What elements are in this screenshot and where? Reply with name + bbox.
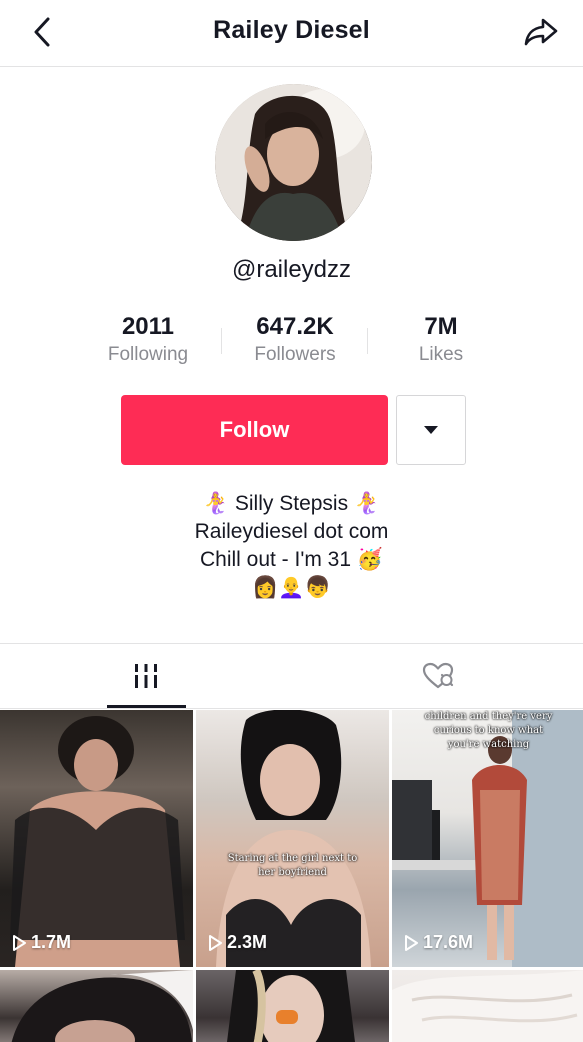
- page-title: Railey Diesel: [213, 16, 370, 44]
- share-arrow-icon: [524, 18, 558, 46]
- stat-likes-label: Likes: [418, 344, 464, 365]
- profile-handle: @raileydzz: [231, 256, 352, 283]
- stat-followers-label: Followers: [254, 344, 336, 365]
- view-count: 17.6M: [404, 932, 473, 953]
- follow-button[interactable]: Follow: [121, 395, 388, 465]
- stat-following[interactable]: 2011 Following: [75, 312, 221, 368]
- grid-columns-icon: [134, 664, 157, 688]
- profile-stats: 2011 Following 647.2K Followers 7M Likes: [75, 312, 515, 372]
- active-tab-indicator: [107, 705, 186, 708]
- tab-liked[interactable]: [292, 644, 583, 708]
- play-icon: [209, 934, 222, 951]
- suggested-accounts-button[interactable]: [396, 395, 466, 465]
- stat-followers-value: 647.2K: [256, 313, 334, 340]
- profile-bio: 🧜‍♀️ Silly Stepsis 🧜‍♀️ Raileydiesel dot…: [0, 490, 583, 602]
- view-count: 1.7M: [12, 932, 71, 953]
- avatar-image: [215, 84, 372, 241]
- heart-hidden-icon: [422, 662, 453, 689]
- stat-likes: 7M Likes: [368, 312, 514, 368]
- video-thumbnail[interactable]: children and they're very curious to kno…: [392, 710, 583, 967]
- video-thumbnail[interactable]: [0, 970, 193, 1042]
- view-count: 2.3M: [208, 932, 267, 953]
- thumbnail-image: [392, 970, 583, 1042]
- stat-likes-value: 7M: [424, 313, 458, 340]
- profile-tabs: [0, 643, 583, 709]
- thumbnail-image: [227, 970, 355, 1042]
- avatar[interactable]: [215, 84, 372, 241]
- share-button[interactable]: [521, 14, 561, 50]
- thumbnail-image: [11, 970, 193, 1042]
- view-count-value: 17.6M: [423, 932, 474, 952]
- play-icon: [405, 934, 418, 951]
- stat-followers[interactable]: 647.2K Followers: [222, 312, 368, 368]
- bio-line: 👩👩‍🦲👦: [252, 576, 331, 599]
- stat-following-label: Following: [107, 344, 189, 365]
- video-thumbnail[interactable]: 1.7M: [0, 710, 193, 967]
- video-caption: children and they're very curious to kno…: [424, 711, 553, 750]
- top-bar: Railey Diesel: [0, 0, 583, 67]
- view-count-value: 2.3M: [227, 932, 268, 952]
- play-icon: [13, 934, 26, 951]
- video-grid: 1.7M Staring at the girl next to her boy…: [0, 710, 583, 1042]
- bio-line: Raileydiesel dot com: [194, 520, 389, 543]
- thumbnail-image: [216, 710, 371, 967]
- video-thumbnail[interactable]: Staring at the girl next to her boyfrien…: [196, 710, 389, 967]
- video-caption: Staring at the girl next to her boyfrien…: [227, 853, 358, 878]
- video-thumbnail[interactable]: [196, 970, 389, 1042]
- bio-line: Chill out - I'm 31 🥳: [199, 548, 384, 571]
- stat-following-value: 2011: [121, 313, 175, 340]
- view-count-value: 1.7M: [31, 932, 72, 952]
- thumbnail-image: [10, 716, 185, 967]
- video-thumbnail[interactable]: [392, 970, 583, 1042]
- tab-videos[interactable]: [0, 644, 291, 708]
- bio-line: 🧜‍♀️ Silly Stepsis 🧜‍♀️: [202, 492, 381, 515]
- caret-down-icon: [424, 426, 438, 434]
